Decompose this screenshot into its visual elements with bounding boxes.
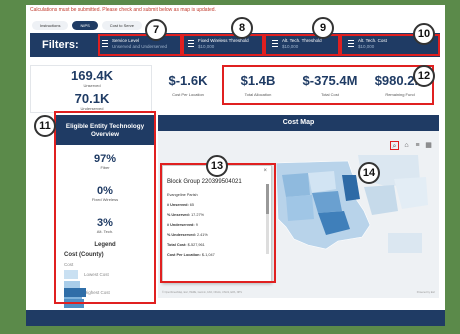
- annotation-badge-12: 12: [413, 65, 435, 87]
- annotation-box-popup: [160, 163, 276, 283]
- annotation-badge-8: 8: [231, 17, 253, 39]
- annotation-box-fixed-wireless: [182, 34, 264, 56]
- annotation-box-kpis: [222, 65, 434, 105]
- footer-bar: [26, 310, 445, 326]
- annotation-box-service-level: [98, 34, 182, 56]
- underserved-stat: 70.1K Underserved: [31, 91, 153, 111]
- kpi-label: Cost Per Location: [172, 92, 204, 97]
- annotation-badge-7: 7: [145, 19, 167, 41]
- kpi-cost-per-location: $-1.6K Cost Per Location: [158, 67, 218, 105]
- search-icon[interactable]: ⌕: [390, 141, 399, 150]
- toggle-nips[interactable]: NIPS: [72, 20, 98, 30]
- banner-text: Calculations must be submitted. Please c…: [30, 7, 216, 13]
- annotation-badge-14: 14: [358, 162, 380, 184]
- toggle-instructions[interactable]: Instructions: [32, 20, 69, 30]
- underserved-value: 70.1K: [74, 91, 110, 106]
- filters-label: Filters:: [42, 39, 79, 51]
- unserved-label: Unserved: [83, 83, 101, 88]
- unserved-stat: 169.4K Unserved: [31, 68, 153, 88]
- map-attribution: © OpenStreetMap, Esri, HERE, Garmin, FAO…: [162, 291, 242, 294]
- view-toggles: Instructions NIPS Cost to Serve: [32, 20, 143, 30]
- county-region: [282, 173, 310, 197]
- annotation-badge-11: 11: [34, 115, 56, 137]
- annotation-badge-13: 13: [206, 155, 228, 177]
- map-powered-by: Powered by Esri: [416, 291, 435, 294]
- kpi-value: $-1.6K: [168, 73, 208, 88]
- annotation-box-panel: [54, 111, 156, 304]
- county-region: [286, 195, 314, 221]
- basemap-icon[interactable]: ▦: [424, 141, 433, 150]
- dashboard-frame: Calculations must be submitted. Please c…: [26, 5, 445, 326]
- toggle-cost-to-serve[interactable]: Cost to Serve: [101, 20, 143, 30]
- annotation-badge-10: 10: [413, 23, 435, 45]
- county-region: [308, 171, 336, 193]
- annotation-badge-9: 9: [312, 17, 334, 39]
- home-icon[interactable]: ⌂: [402, 141, 411, 150]
- served-stats-card: 169.4K Unserved 70.1K Underserved: [30, 65, 152, 113]
- county-region: [388, 233, 422, 253]
- layers-icon[interactable]: ≡: [413, 141, 422, 150]
- unserved-value: 169.4K: [71, 68, 113, 83]
